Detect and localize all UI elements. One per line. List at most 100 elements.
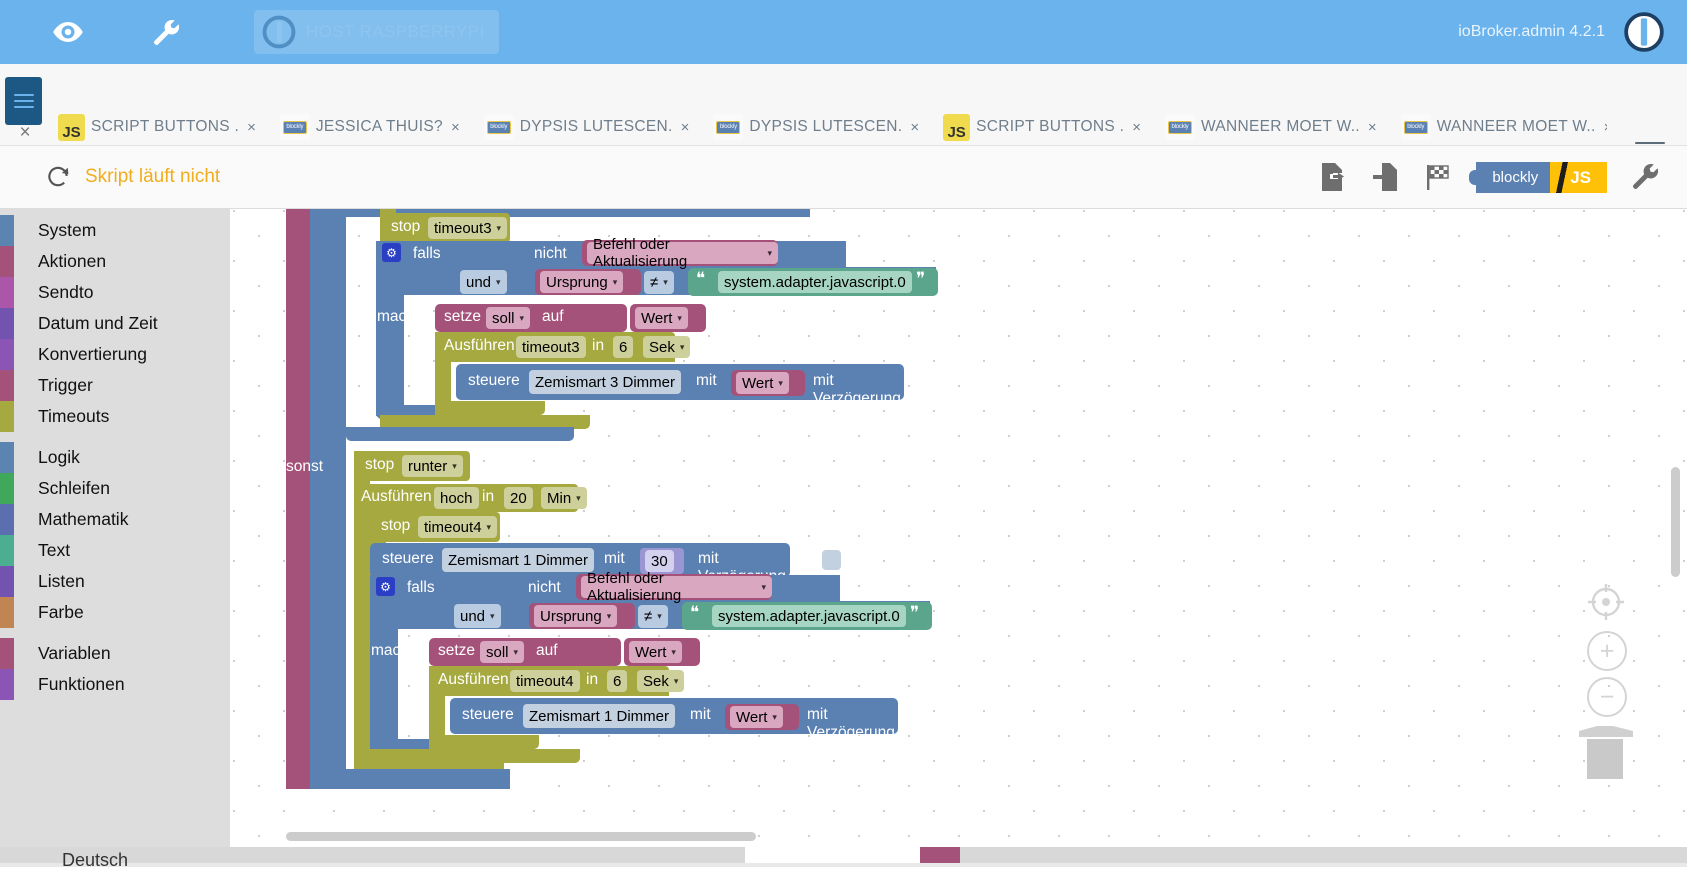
set-target-dropdown[interactable]: soll▾ (480, 641, 524, 663)
stop-runter-block[interactable]: stop runter▾ (354, 451, 470, 481)
control-value-block[interactable]: Wert▾ (725, 704, 799, 730)
trigger-condition-block-1[interactable]: Befehl oder Aktualisierung▾ (582, 240, 778, 266)
set-value-operand-block-1[interactable]: Wert▾ (630, 304, 706, 332)
toolbox-item-funktionen[interactable]: Funktionen (0, 669, 230, 700)
run-amount-field[interactable]: 20 (504, 487, 533, 509)
logic-operator-dropdown-1[interactable]: und▾ (460, 270, 507, 294)
export-blocks-icon[interactable] (1320, 162, 1348, 192)
close-all-tabs-button[interactable]: × (14, 122, 36, 144)
timeout-name-field[interactable]: timeout3▾ (428, 217, 507, 239)
run-unit-dropdown[interactable]: Sek▾ (643, 336, 690, 358)
control-block-1[interactable]: steuere Zemismart 3 Dimmer mit Wert▾ mit… (456, 364, 904, 400)
condition-dropdown[interactable]: Befehl oder Aktualisierung▾ (581, 576, 772, 598)
trash-button[interactable] (1573, 721, 1635, 779)
tab-item[interactable]: blockly WANNEER MOET W.. × (1155, 108, 1391, 146)
tab-close-icon[interactable]: × (1604, 119, 1607, 136)
timeout-name-dropdown[interactable]: timeout4▾ (418, 516, 497, 538)
logic-operator-dropdown-2[interactable]: und▾ (454, 604, 501, 628)
toolbox-item-logik[interactable]: Logik (0, 442, 230, 473)
toolbox-item-farbe[interactable]: Farbe (0, 597, 230, 628)
run-amount-field[interactable]: 6 (613, 336, 633, 358)
text-value-field[interactable]: system.adapter.javascript.0 (718, 271, 912, 293)
gear-icon[interactable]: ⚙ (382, 243, 401, 262)
workspace-vertical-scrollbar[interactable] (1671, 467, 1680, 577)
control-target-field[interactable]: Zemismart 1 Dimmer (442, 548, 594, 572)
run-name-field[interactable]: timeout4 (510, 670, 580, 692)
menu-toggle-button[interactable] (5, 77, 42, 125)
toolbox-item-schleifen[interactable]: Schleifen (0, 473, 230, 504)
toolbox-item-mathematik[interactable]: Mathematik (0, 504, 230, 535)
set-value-operand-block-2[interactable]: Wert▾ (624, 638, 700, 666)
tab-close-icon[interactable]: × (451, 119, 460, 136)
run-unit-dropdown[interactable]: Min▾ (541, 487, 587, 509)
stop-timeout3-block[interactable]: stop timeout3▾ (380, 213, 510, 243)
toolbox-item-variablen[interactable]: Variablen (0, 638, 230, 669)
tab-item[interactable]: blockly WANNEER MOET W.. × (1391, 108, 1607, 146)
tab-item[interactable]: blockly JESSICA THUIS? × (270, 108, 474, 146)
toolbox-item-text[interactable]: Text (0, 535, 230, 566)
toolbox-item-konvertierung[interactable]: Konvertierung (0, 339, 230, 370)
origin-dropdown[interactable]: Ursprung▾ (540, 271, 623, 293)
number-value-field[interactable]: 30 (645, 550, 674, 572)
toolbox-item-system[interactable]: System (0, 215, 230, 246)
zoom-center-button[interactable] (1585, 581, 1627, 628)
trigger-condition-block-2[interactable]: Befehl oder Aktualisierung▾ (576, 574, 772, 600)
tab-close-icon[interactable]: × (1132, 119, 1141, 136)
run-timeout3-block[interactable]: Ausführen timeout3 in 6 Sek▾ (435, 332, 675, 362)
run-name-field[interactable]: hoch (434, 487, 479, 509)
tab-close-icon[interactable]: × (1368, 119, 1377, 136)
toolbox-item-listen[interactable]: Listen (0, 566, 230, 597)
origin-block-1[interactable]: Ursprung▾ (535, 269, 641, 295)
outer-trigger-block-spine[interactable] (286, 209, 310, 789)
zoom-in-button[interactable]: + (1587, 631, 1627, 671)
tab-item[interactable]: JS SCRIPT BUTTONS . × (48, 108, 270, 146)
toolbox-item-trigger[interactable]: Trigger (0, 370, 230, 401)
toolbox-item-aktionen[interactable]: Aktionen (0, 246, 230, 277)
run-unit-dropdown[interactable]: Sek▾ (637, 670, 684, 692)
tab-item[interactable]: blockly DYPSIS LUTESCEN. × (703, 108, 933, 146)
workspace-horizontal-scrollbar[interactable] (286, 832, 756, 841)
text-value-field[interactable]: system.adapter.javascript.0 (712, 605, 906, 627)
tab-item[interactable]: JS SCRIPT BUTTONS . × (933, 108, 1155, 146)
import-blocks-icon[interactable] (1372, 162, 1400, 192)
zoom-out-button[interactable]: − (1587, 677, 1627, 717)
run-amount-field[interactable]: 6 (607, 670, 627, 692)
origin-dropdown[interactable]: Ursprung▾ (534, 605, 617, 627)
toolbox-item-sendto[interactable]: Sendto (0, 277, 230, 308)
condition-dropdown[interactable]: Befehl oder Aktualisierung▾ (587, 242, 778, 264)
mode-blockly-label[interactable]: blockly (1476, 162, 1550, 193)
run-timeout4-block[interactable]: Ausführen timeout4 in 6 Sek▾ (429, 666, 669, 696)
origin-block-2[interactable]: Ursprung▾ (529, 603, 635, 629)
control-delay-socket[interactable] (822, 550, 841, 570)
text-block-1[interactable]: ❝ system.adapter.javascript.0 ❞ (688, 268, 938, 296)
wrench-icon[interactable] (1631, 162, 1659, 192)
tab-close-icon[interactable]: × (681, 119, 690, 136)
compare-operator-dropdown-1[interactable]: ≠▾ (644, 271, 674, 294)
checkered-flag-icon[interactable] (1424, 162, 1452, 192)
run-hoch-block[interactable]: Ausführen hoch in 20 Min▾ (354, 484, 578, 512)
control-value-dropdown[interactable]: Wert▾ (736, 372, 789, 394)
value-dropdown[interactable]: Wert▾ (635, 307, 688, 329)
control-target-field[interactable]: Zemismart 1 Dimmer (523, 704, 675, 728)
control-value-dropdown[interactable]: Wert▾ (730, 706, 783, 728)
run-name-field[interactable]: timeout3 (516, 336, 586, 358)
gear-icon[interactable]: ⚙ (376, 577, 395, 596)
timeout-name-dropdown[interactable]: runter▾ (402, 455, 463, 477)
blockly-workspace[interactable]: stop timeout3▾ ⚙ falls nicht Befehl oder… (230, 209, 1687, 847)
control-block-2[interactable]: steuere Zemismart 1 Dimmer mit Wert▾ mit… (450, 698, 898, 734)
text-block-2[interactable]: ❝ system.adapter.javascript.0 ❞ (682, 602, 932, 630)
toolbox-item-datum-und-zeit[interactable]: Datum und Zeit (0, 308, 230, 339)
host-selector[interactable]: HOST RASPBERRYPI (254, 10, 499, 54)
control-value-block[interactable]: Wert▾ (731, 370, 805, 396)
set-value-block-1[interactable]: setze soll▾ auf (435, 304, 627, 332)
tab-item[interactable]: blockly DYPSIS LUTESCEN. × (474, 108, 704, 146)
outer-if-block-spine[interactable] (310, 209, 346, 789)
reload-icon[interactable] (45, 164, 71, 190)
set-value-block-2[interactable]: setze soll▾ auf (429, 638, 621, 666)
mode-toggle-button[interactable]: blockly JS (1476, 162, 1607, 193)
control-target-field[interactable]: Zemismart 3 Dimmer (529, 370, 681, 394)
tab-close-icon[interactable]: × (247, 119, 256, 136)
tab-close-icon[interactable]: × (910, 119, 919, 136)
eye-icon[interactable] (38, 0, 98, 64)
value-dropdown[interactable]: Wert▾ (629, 641, 682, 663)
